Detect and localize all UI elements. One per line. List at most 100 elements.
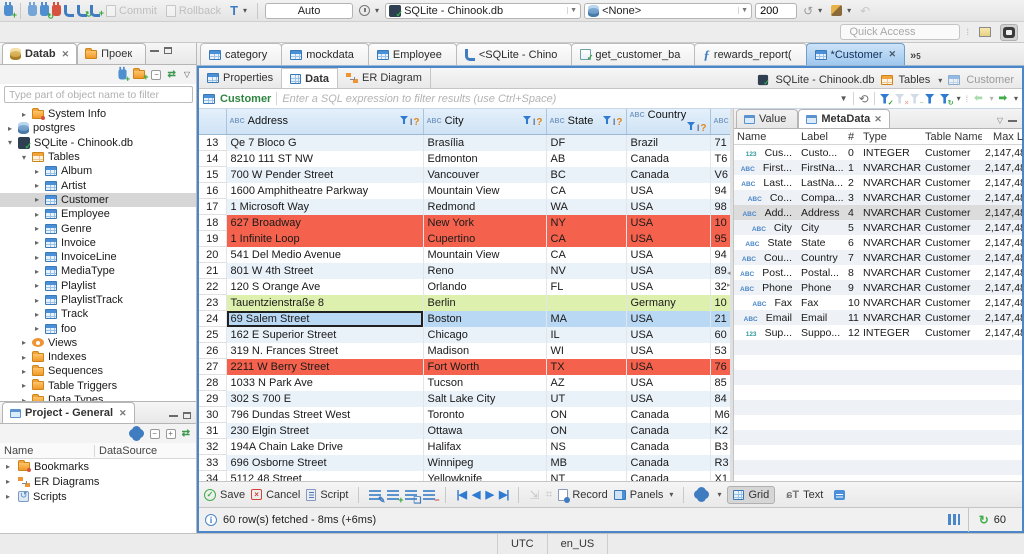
tree-expand-icon[interactable]: ▸ [33,310,41,319]
tree-item[interactable]: ▸ Playlist [0,279,196,293]
fetch-page-icon[interactable]: ⇲ [529,488,539,502]
postalcode-cell[interactable]: 84 [710,390,730,407]
tree-item[interactable]: ▸ InvoiceLine [0,250,196,264]
tree-item[interactable]: ▸ Customer [0,192,196,208]
city-cell[interactable]: Yellowknife [423,470,547,481]
breadcrumb-db[interactable]: SQLite - Chinook.db [775,74,874,86]
state-cell[interactable]: ON [546,422,627,439]
nav-back-icon[interactable]: ⬅ [974,93,982,104]
expand-all-icon[interactable]: + [165,428,176,439]
editor-tab[interactable]: *Customer ✕ [805,43,906,65]
postalcode-cell[interactable]: 85 [710,374,730,391]
col-max-length[interactable]: Max L [982,131,1024,143]
save-button[interactable]: ✓ Save [204,488,245,501]
state-cell[interactable]: UT [546,390,627,407]
new-connection-icon[interactable] [4,2,17,20]
extra-view-icon[interactable] [834,489,846,500]
state-cell[interactable]: IL [546,326,627,343]
breadcrumb-tables[interactable]: Tables [899,74,931,86]
tree-expand-icon[interactable]: ▸ [20,367,28,376]
state-cell[interactable] [546,294,627,311]
schema-dropdown-icon[interactable]: ▼ [738,7,748,14]
project-item[interactable]: ▸ Bookmarks [0,459,196,474]
metadata-row[interactable]: ABC Cou... Country 7 NVARCHAR Customer 2,… [734,250,1022,265]
sql-editor-icon[interactable] [64,5,74,17]
metadata-row[interactable]: ABC Co... Compa... 3 NVARCHAR Customer 2,… [734,190,1022,205]
country-cell[interactable]: Canada [626,150,711,167]
tree-item[interactable]: ▸ Views [0,336,196,350]
tree-expand-icon[interactable]: ▸ [33,281,41,290]
address-cell[interactable]: 2211 W Berry Street [226,358,424,375]
tree-item[interactable]: ▸ foo [0,321,196,335]
postalcode-cell[interactable]: 10 [710,294,730,311]
tree-expand-icon[interactable]: ▸ [20,110,28,119]
editor-tab[interactable]: ƒ rewards_report( [694,43,807,65]
state-cell[interactable]: NS [546,438,627,455]
collapse-all-icon[interactable]: − [149,428,160,439]
postalcode-cell[interactable]: 60 [710,326,730,343]
tab-close-icon[interactable]: ✕ [889,49,897,60]
country-cell[interactable]: USA [626,358,711,375]
state-cell[interactable]: TX [546,358,627,375]
tree-expand-icon[interactable]: ▸ [20,396,28,401]
metadata-row[interactable]: ABC State State 6 NVARCHAR Customer 2,147… [734,235,1022,250]
fetch-size-input[interactable] [755,2,798,19]
state-cell[interactable]: NV [546,262,627,279]
metadata-row[interactable]: ABC Post... Postal... 8 NVARCHAR Customer… [734,265,1022,280]
state-cell[interactable]: CA [546,230,627,247]
postalcode-cell[interactable]: 94 [710,182,730,199]
city-cell[interactable]: Mountain View [423,246,547,263]
metadata-row[interactable]: ABC Phone Phone 9 NVARCHAR Customer 2,147… [734,280,1022,295]
editor-subtab[interactable]: Properties [199,68,283,88]
city-cell[interactable]: New York [423,214,547,231]
row-number-cell[interactable]: 23 [199,294,227,311]
reconnect-icon[interactable] [40,2,54,21]
connection-dropdown-icon[interactable]: ▼ [567,7,577,14]
tree-item[interactable]: ▸ Indexes [0,350,196,364]
tree-item[interactable]: ▸ System Info [0,107,196,121]
address-cell[interactable]: Qe 7 Bloco G [226,134,424,151]
state-cell[interactable]: CA [546,246,627,263]
row-number-cell[interactable]: 24 [199,310,227,327]
country-cell[interactable]: Canada [626,406,711,423]
address-cell[interactable]: 194A Chain Lake Drive [226,438,424,455]
metadata-row[interactable]: ABC Email Email 11 NVARCHAR Customer 2,14… [734,310,1022,325]
city-cell[interactable]: Redmond [423,198,547,215]
country-cell[interactable]: USA [626,262,711,279]
editor-subtab[interactable]: Data [282,68,338,88]
panel-splitter[interactable] [727,109,733,481]
city-cell[interactable]: Ottawa [423,422,547,439]
tree-expand-icon[interactable]: ▸ [33,324,41,333]
city-cell[interactable]: Mountain View [423,182,547,199]
tree-item[interactable]: ▸ Artist [0,178,196,192]
postalcode-cell[interactable]: B3 [710,438,730,455]
country-cell[interactable]: Canada [626,454,711,471]
state-cell[interactable]: WI [546,342,627,359]
postalcode-cell[interactable]: M6 [710,406,730,423]
tree-expand-icon[interactable]: ▾ [20,153,28,162]
refresh-settings-button[interactable]: ↺ ▾ [800,3,825,19]
refresh-filter-icon[interactable]: ⟲ [859,92,869,106]
city-cell[interactable]: Reno [423,262,547,279]
editor-tab[interactable]: get_customer_ba [571,43,696,65]
filter-custom-icon[interactable]: − [910,94,924,107]
country-cell[interactable]: Brazil [626,134,711,151]
tree-item[interactable]: ▸ postgres [0,121,196,135]
metadata-row[interactable]: ABC Last... LastNa... 2 NVARCHAR Customer… [734,175,1022,190]
editor-tab[interactable]: <SQLite - Chino [455,43,573,65]
state-cell[interactable]: FL [546,278,627,295]
fetch-all-icon[interactable]: ⌗ [546,487,553,502]
navigator-tab[interactable]: Datab ✕ [2,43,78,64]
text-view-button[interactable]: ɕT Text [781,487,828,503]
row-number-cell[interactable]: 29 [199,390,227,407]
metadata-row[interactable]: ABCFax Fax 10 NVARCHAR Customer 2,147,48… [734,295,1022,310]
disconnect-icon[interactable] [52,2,61,16]
state-cell[interactable]: CA [546,182,627,199]
address-cell[interactable]: 319 N. Frances Street [226,342,424,359]
link-with-editor-icon[interactable]: ⇄ [167,69,175,80]
postalcode-cell[interactable]: X1 [710,470,730,481]
row-number-cell[interactable]: 21 [199,262,227,279]
row-number-cell[interactable]: 20 [199,246,227,263]
address-cell[interactable]: 1 Infinite Loop [226,230,424,247]
column-filter-icon[interactable] [603,116,611,124]
